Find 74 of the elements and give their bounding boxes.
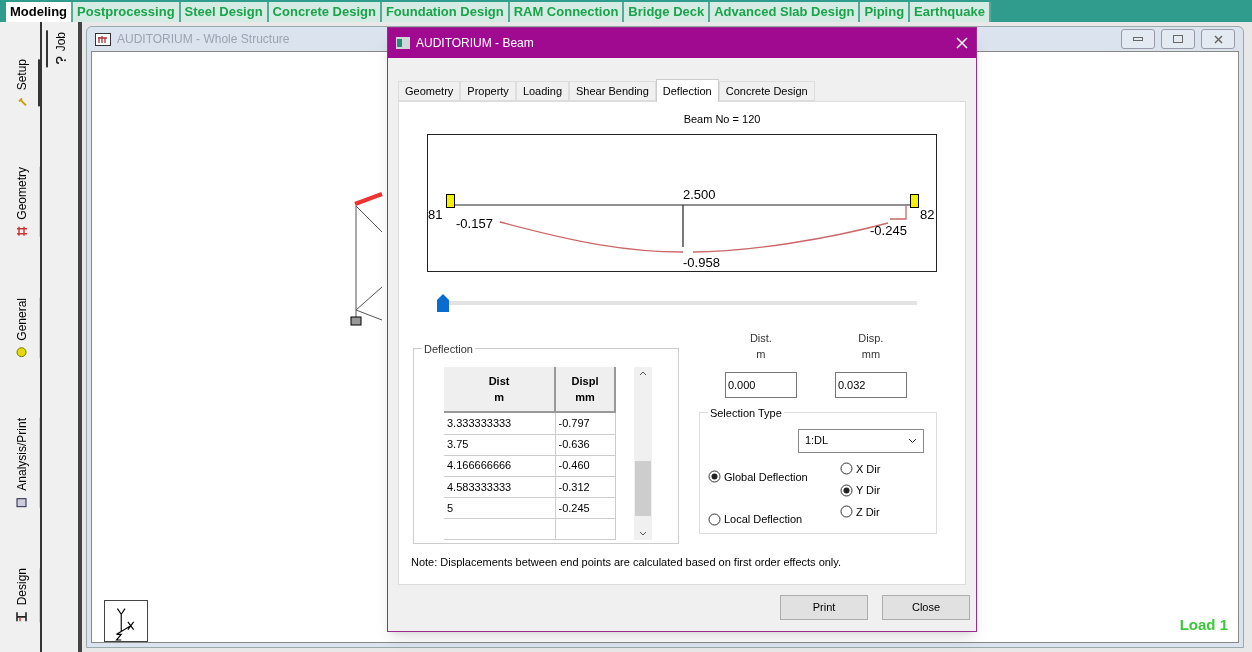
table-cell: -0.460	[555, 455, 615, 477]
radio-button[interactable]: X Dir	[839, 460, 881, 477]
column-header[interactable]: Dist m	[444, 366, 556, 413]
side-tab[interactable]: General	[0, 297, 40, 358]
scroll-down-icon[interactable]	[639, 530, 647, 536]
unit-label: mm	[861, 347, 881, 362]
minimize-icon	[1133, 37, 1143, 41]
load-icon	[16, 346, 28, 358]
window-title: AUDITORIUM - Whole Structure	[117, 31, 290, 48]
scroll-up-icon[interactable]	[639, 370, 647, 376]
unit-label: m	[756, 347, 766, 362]
table-scrollbar[interactable]	[634, 366, 652, 540]
restore-button[interactable]	[1161, 29, 1195, 49]
slider-thumb[interactable]	[437, 293, 449, 312]
table-cell: -0.636	[555, 434, 615, 456]
table-cell: -0.797	[555, 412, 615, 435]
dialog-tab[interactable]: Deflection	[655, 79, 719, 102]
start-support-icon	[446, 193, 455, 208]
table-cell: -0.245	[555, 497, 615, 519]
close-button[interactable]	[1201, 29, 1235, 49]
end-node-label: 82	[920, 205, 935, 224]
position-slider[interactable]	[437, 293, 917, 312]
dialog-tab[interactable]: Concrete Design	[718, 81, 815, 101]
input-field[interactable]: 0.032	[834, 371, 907, 398]
column-header[interactable]: Displ mm	[555, 366, 615, 413]
note-text: Note: Displacements between end points are calculated based on first order effects only.	[411, 554, 843, 570]
dialog-tab[interactable]: Loading	[515, 81, 570, 101]
beam-number-label: Beam No = 120	[683, 112, 761, 127]
max-deflection-label: -0.958	[683, 253, 720, 272]
radio-button[interactable]: Local Deflection	[707, 511, 840, 528]
dialog-icon	[396, 37, 410, 49]
input-field[interactable]: 0.000	[724, 371, 797, 398]
table-cell: 4.166666666	[444, 455, 556, 477]
job-tab[interactable]: Job	[46, 30, 74, 68]
dialog-tab[interactable]: Shear Bending	[569, 81, 656, 101]
minimize-button[interactable]	[1121, 29, 1155, 49]
start-deflection-label: -0.157	[456, 214, 493, 233]
radio-button[interactable]: Global Deflection	[707, 468, 840, 485]
side-tab[interactable]: Setup	[0, 59, 40, 107]
field-label: Disp.	[858, 330, 884, 346]
structure-window-icon	[95, 32, 111, 46]
dialog-button[interactable]: Close	[882, 595, 970, 620]
analysis-icon	[16, 496, 28, 508]
field-label: Dist.	[749, 330, 772, 346]
module-tab[interactable]: Modeling	[6, 2, 74, 22]
end-support-icon	[910, 193, 919, 208]
table-cell: 4.583333333	[444, 476, 556, 498]
dialog-tab[interactable]: Geometry	[398, 81, 461, 101]
radio-button[interactable]: Z Dir	[839, 503, 881, 520]
close-icon	[1213, 34, 1223, 44]
dialog-tab[interactable]: Property	[460, 81, 516, 101]
load-case-dropdown[interactable]: 1:DL	[797, 428, 924, 453]
dropdown-caret-icon	[907, 437, 917, 444]
table-cell: -0.312	[555, 476, 615, 498]
restore-icon	[1173, 35, 1183, 43]
frame-icon	[16, 226, 28, 237]
table-cell: 3.75	[444, 434, 556, 456]
side-tab[interactable]: Geometry	[0, 167, 40, 237]
scrollbar-thumb[interactable]	[635, 460, 651, 516]
table-cell: 5	[444, 497, 556, 519]
dialog-title: AUDITORIUM - Beam	[416, 35, 534, 52]
side-tab[interactable]: Analysis/Print	[0, 417, 40, 508]
close-icon[interactable]	[956, 37, 968, 49]
dialog-button[interactable]: Print	[780, 595, 868, 620]
table-cell: 3.333333333	[444, 412, 556, 435]
load-label: Load 1	[1179, 614, 1228, 635]
start-node-label: 81	[428, 205, 443, 224]
wrench-icon	[17, 96, 27, 107]
mid-distance-label: 2.500	[683, 185, 716, 204]
side-tab[interactable]: Design	[0, 568, 40, 623]
help-icon	[56, 56, 66, 65]
radio-button[interactable]: Y Dir	[839, 482, 881, 499]
end-deflection-label: -0.245	[870, 221, 907, 240]
beam-icon	[16, 611, 28, 623]
